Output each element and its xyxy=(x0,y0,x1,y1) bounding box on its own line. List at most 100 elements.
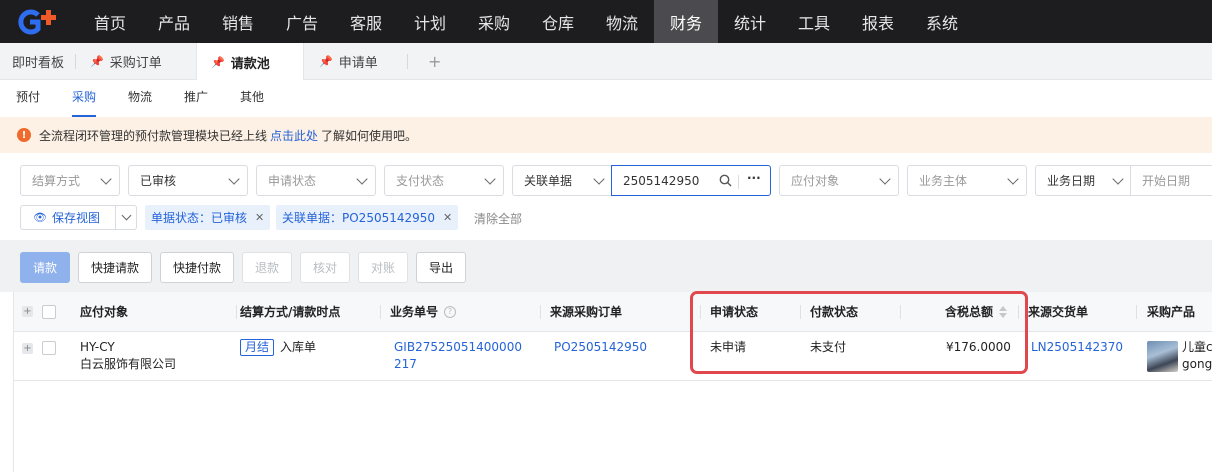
nav-reports[interactable]: 报表 xyxy=(846,0,910,43)
payable-object-select[interactable]: 应付对象 xyxy=(779,165,899,196)
column-divider xyxy=(380,305,381,319)
subtab-promotion[interactable]: 推广 xyxy=(184,80,208,117)
nav-system[interactable]: 系统 xyxy=(910,0,974,43)
subtab-purchase[interactable]: 采购 xyxy=(72,80,97,117)
product-sku: gong xyxy=(1182,357,1212,371)
settlement-point: 入库单 xyxy=(280,340,317,354)
subtab-other[interactable]: 其他 xyxy=(240,80,264,117)
nav-tools[interactable]: 工具 xyxy=(782,0,846,43)
notice-banner: ! 全流程闭环管理的预付款管理模块已经上线 点击此处 了解如何使用吧。 xyxy=(0,117,1212,153)
settlement-cell: 月结 入库单 xyxy=(240,339,316,356)
nav-warehouse[interactable]: 仓库 xyxy=(526,0,590,43)
column-divider xyxy=(800,305,801,319)
payable-code: HY-CY xyxy=(80,340,115,354)
add-tab-button[interactable]: + xyxy=(428,43,441,80)
tab-purchase-orders[interactable]: 📌 采购订单 xyxy=(90,43,162,80)
quick-pay-button[interactable]: 快捷付款 xyxy=(160,252,234,283)
quick-request-button[interactable]: 快捷请款 xyxy=(78,252,152,283)
nav-logistics[interactable]: 物流 xyxy=(590,0,654,43)
tab-divider xyxy=(407,54,408,69)
tab-payment-request-pool[interactable]: 📌 请款池 xyxy=(196,43,304,81)
sub-tabs: 预付 采购 物流 推广 其他 xyxy=(0,80,1212,117)
business-no-line: GIB27525051400000 xyxy=(394,340,522,354)
business-entity-select[interactable]: 业务主体 xyxy=(907,165,1027,196)
export-button[interactable]: 导出 xyxy=(416,252,466,283)
review-status-select[interactable]: 已审核 xyxy=(128,165,248,196)
clear-all-filters-link[interactable]: 清除全部 xyxy=(474,210,522,227)
header-settlement: 结算方式/请款时点 xyxy=(240,305,341,319)
nav-purchase[interactable]: 采购 xyxy=(462,0,526,43)
refund-button[interactable]: 退款 xyxy=(242,252,292,283)
business-no-link[interactable]: GIB27525051400000 217 xyxy=(394,339,522,373)
button-divider xyxy=(115,206,116,229)
save-view-button[interactable]: 👁 保存视图 xyxy=(20,205,137,230)
sort-icon[interactable] xyxy=(999,305,1007,319)
select-placeholder: 结算方式 xyxy=(32,174,81,188)
header-total-amount[interactable]: 含税总额 xyxy=(945,292,993,332)
nav-product[interactable]: 产品 xyxy=(142,0,206,43)
request-payment-button[interactable]: 请款 xyxy=(20,252,70,283)
related-doc-type-select[interactable]: 关联单据 xyxy=(512,165,612,196)
close-icon[interactable]: ✕ xyxy=(443,211,452,224)
header-business-no: 业务单号 xyxy=(390,305,439,319)
tab-dashboard[interactable]: 即时看板 xyxy=(12,43,64,80)
column-divider xyxy=(1018,305,1019,319)
business-no-line: 217 xyxy=(394,357,417,371)
notice-link[interactable]: 点击此处 xyxy=(270,127,318,144)
column-divider xyxy=(1136,305,1137,319)
expand-all-icon[interactable]: + xyxy=(22,306,33,317)
nav-sales[interactable]: 销售 xyxy=(206,0,270,43)
warning-icon: ! xyxy=(17,128,31,142)
chevron-down-icon[interactable] xyxy=(121,210,132,221)
delivery-no-link[interactable]: LN2505142370 xyxy=(1031,339,1123,356)
search-value: 2505142950 xyxy=(623,173,700,188)
product-thumbnail[interactable] xyxy=(1147,341,1178,372)
nav-finance[interactable]: 财务 xyxy=(654,0,718,43)
chevron-down-icon xyxy=(879,173,891,185)
subtab-logistics[interactable]: 物流 xyxy=(128,80,152,117)
input-placeholder: 开始日期 xyxy=(1142,174,1191,188)
filter-chip-doc-status: 单据状态：已审核 ✕ xyxy=(145,205,271,230)
select-value: 业务日期 xyxy=(1047,174,1096,188)
select-all-checkbox[interactable] xyxy=(42,305,56,319)
help-icon[interactable]: ? xyxy=(444,306,456,318)
table-row[interactable]: + HY-CY 白云服饰有限公司 月结 入库单 GIB27525051400000… xyxy=(14,332,1212,381)
select-placeholder: 应付对象 xyxy=(791,174,840,188)
column-divider xyxy=(700,305,701,319)
pin-icon[interactable]: 📌 xyxy=(211,56,225,69)
header-payable-object: 应付对象 xyxy=(80,305,129,319)
nav-plan[interactable]: 计划 xyxy=(398,0,462,43)
business-date-type-select[interactable]: 业务日期 xyxy=(1035,165,1131,196)
pin-icon[interactable]: 📌 xyxy=(319,55,333,68)
subtab-prepay[interactable]: 预付 xyxy=(16,80,40,117)
select-placeholder: 申请状态 xyxy=(268,174,317,188)
nav-customer-service[interactable]: 客服 xyxy=(334,0,398,43)
top-navigation: 首页 产品 销售 广告 客服 计划 采购 仓库 物流 财务 统计 工具 报表 系… xyxy=(0,0,1212,43)
apply-status-select[interactable]: 申请状态 xyxy=(256,165,376,196)
app-logo[interactable] xyxy=(0,0,78,43)
source-po-link[interactable]: PO2505142950 xyxy=(554,339,647,356)
row-checkbox[interactable] xyxy=(42,341,56,355)
close-icon[interactable]: ✕ xyxy=(255,211,264,224)
nav-home[interactable]: 首页 xyxy=(78,0,142,43)
header-apply-status: 申请状态 xyxy=(710,305,759,319)
chip-label: 单据状态：已审核 xyxy=(151,211,248,225)
verify-button[interactable]: 核对 xyxy=(300,252,350,283)
related-doc-search-input[interactable]: 2505142950 ··· xyxy=(611,165,771,196)
tab-application-form[interactable]: 📌 申请单 xyxy=(319,43,378,80)
chevron-down-icon xyxy=(1112,173,1124,185)
nav-ads[interactable]: 广告 xyxy=(270,0,334,43)
expand-row-icon[interactable]: + xyxy=(22,343,33,354)
reconcile-button[interactable]: 对账 xyxy=(358,252,408,283)
settlement-method-select[interactable]: 结算方式 xyxy=(20,165,120,196)
nav-statistics[interactable]: 统计 xyxy=(718,0,782,43)
chevron-down-icon xyxy=(100,173,112,185)
header-delivery-no: 来源交货单 xyxy=(1028,305,1089,319)
pin-icon[interactable]: 📌 xyxy=(90,55,104,68)
start-date-input[interactable]: 开始日期 xyxy=(1130,165,1212,196)
eye-icon: 👁 xyxy=(33,211,47,224)
search-icon[interactable] xyxy=(719,174,732,187)
more-options-icon[interactable]: ··· xyxy=(747,171,761,185)
pay-status-select[interactable]: 支付状态 xyxy=(384,165,504,196)
tab-label: 即时看板 xyxy=(12,56,65,71)
